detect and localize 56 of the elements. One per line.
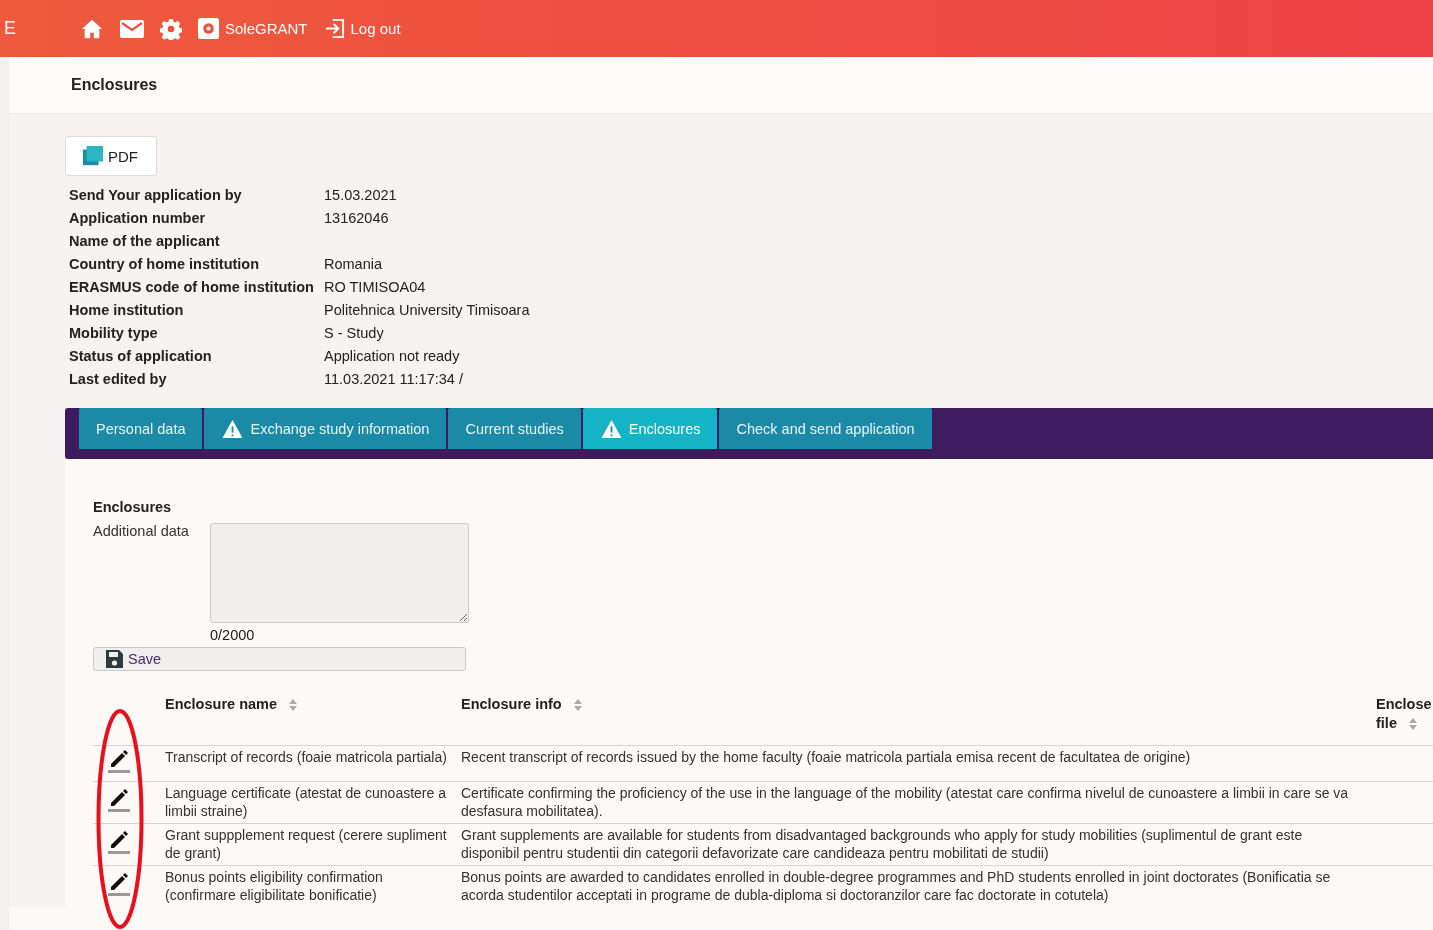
field-label: Additional data [93, 523, 190, 541]
additional-data-field[interactable] [210, 523, 469, 623]
save-button[interactable]: Save [93, 647, 466, 671]
sort-icon [1408, 718, 1417, 731]
tab[interactable]: Check and send application [719, 408, 932, 449]
field-value: S - Study [324, 325, 384, 341]
column-header[interactable]: Enclose file [1370, 691, 1433, 746]
logout-link[interactable]: Log out [323, 18, 401, 39]
table-cell: Language certificate (atestat de cunoastere a limbii straine) [159, 781, 455, 824]
table-cell: Bonus points are awarded to candidates enrolled in double-degree programmes and PhD students enrolled in joint doctorates (Bonificatia se acorda studentilor acceptati in programe de dubla-diploma si doctoranzilor care fac doctorate in cotutela) [455, 865, 1370, 907]
settings-icon[interactable] [160, 17, 182, 40]
pdf-button[interactable]: PDF [65, 136, 157, 176]
gear-icon [198, 18, 219, 39]
tab[interactable]: Current studies [448, 408, 581, 449]
field-label: Last edited by [69, 370, 168, 389]
edit-icon[interactable] [107, 829, 131, 855]
field-value: 11.03.2021 11:17:34 / [324, 371, 463, 387]
column-header[interactable]: Enclosure info [455, 691, 1370, 746]
app-link[interactable]: SoleGRANT [198, 18, 308, 39]
character-counter: 0/2000 [210, 627, 256, 643]
field-label: Application number [69, 209, 207, 228]
field-label: Country of home institution [69, 255, 261, 274]
pdf-icon [82, 145, 104, 167]
field-label: Name of the applicant [69, 232, 221, 251]
tab[interactable]: Personal data [79, 408, 203, 449]
field-value: Politehnica University Timisoara [324, 302, 530, 318]
sort-icon [573, 699, 582, 712]
edit-icon[interactable] [107, 871, 131, 897]
home-icon[interactable] [80, 17, 104, 40]
sort-icon [289, 699, 297, 712]
field-label: Send Your application by [69, 186, 243, 205]
field-value: Application not ready [324, 348, 460, 364]
tab[interactable]: Enclosures [582, 408, 718, 449]
section-heading: Enclosures [93, 499, 173, 515]
column-header[interactable]: Enclosure name [159, 691, 455, 746]
table-cell: Transcript of records (foaie matricola partiala) [159, 745, 455, 782]
field-label: Home institution [69, 301, 185, 320]
mail-icon[interactable] [120, 19, 144, 38]
field-label: Status of application [69, 347, 213, 366]
field-value: Romania [324, 256, 383, 272]
field-value: RO TIMISOA04 [324, 279, 426, 295]
field-label: Mobility type [69, 324, 159, 343]
tab[interactable]: Exchange study information [204, 408, 447, 449]
field-value: 13162046 [324, 210, 389, 226]
edit-icon[interactable] [107, 748, 131, 774]
logout-icon [323, 18, 345, 39]
brand-fragment: E [3, 18, 17, 39]
field-label: ERASMUS code of home institution [69, 278, 315, 297]
edit-icon[interactable] [107, 787, 131, 813]
table-cell: Recent transcript of records issued by the home faculty (foaie matricola partiala emisa recent de facultatea de origine) [455, 745, 1370, 782]
table-cell: Grant suppplement request (cerere supliment de grant) [159, 823, 455, 866]
table-cell: Certificate confirming the proficiency of the use in the language of the mobility (atestat care confirma nivelul de cunoastere a limbii in care se va desfasura mobilitatea). [455, 781, 1370, 824]
table-cell: Bonus points eligibility confirmation (confirmare eligibilitate bonificatie) [159, 865, 455, 907]
table-cell: Grant supplements are available for students from disadvantaged backgrounds who apply for study mobilities (suplimentul de grant este disponibil pentru studentii din categorii defavorizate care candideaza pentru mobilitati de studii) [455, 823, 1370, 866]
page-title: Enclosures [71, 76, 158, 94]
field-value: 15.03.2021 [324, 187, 397, 203]
